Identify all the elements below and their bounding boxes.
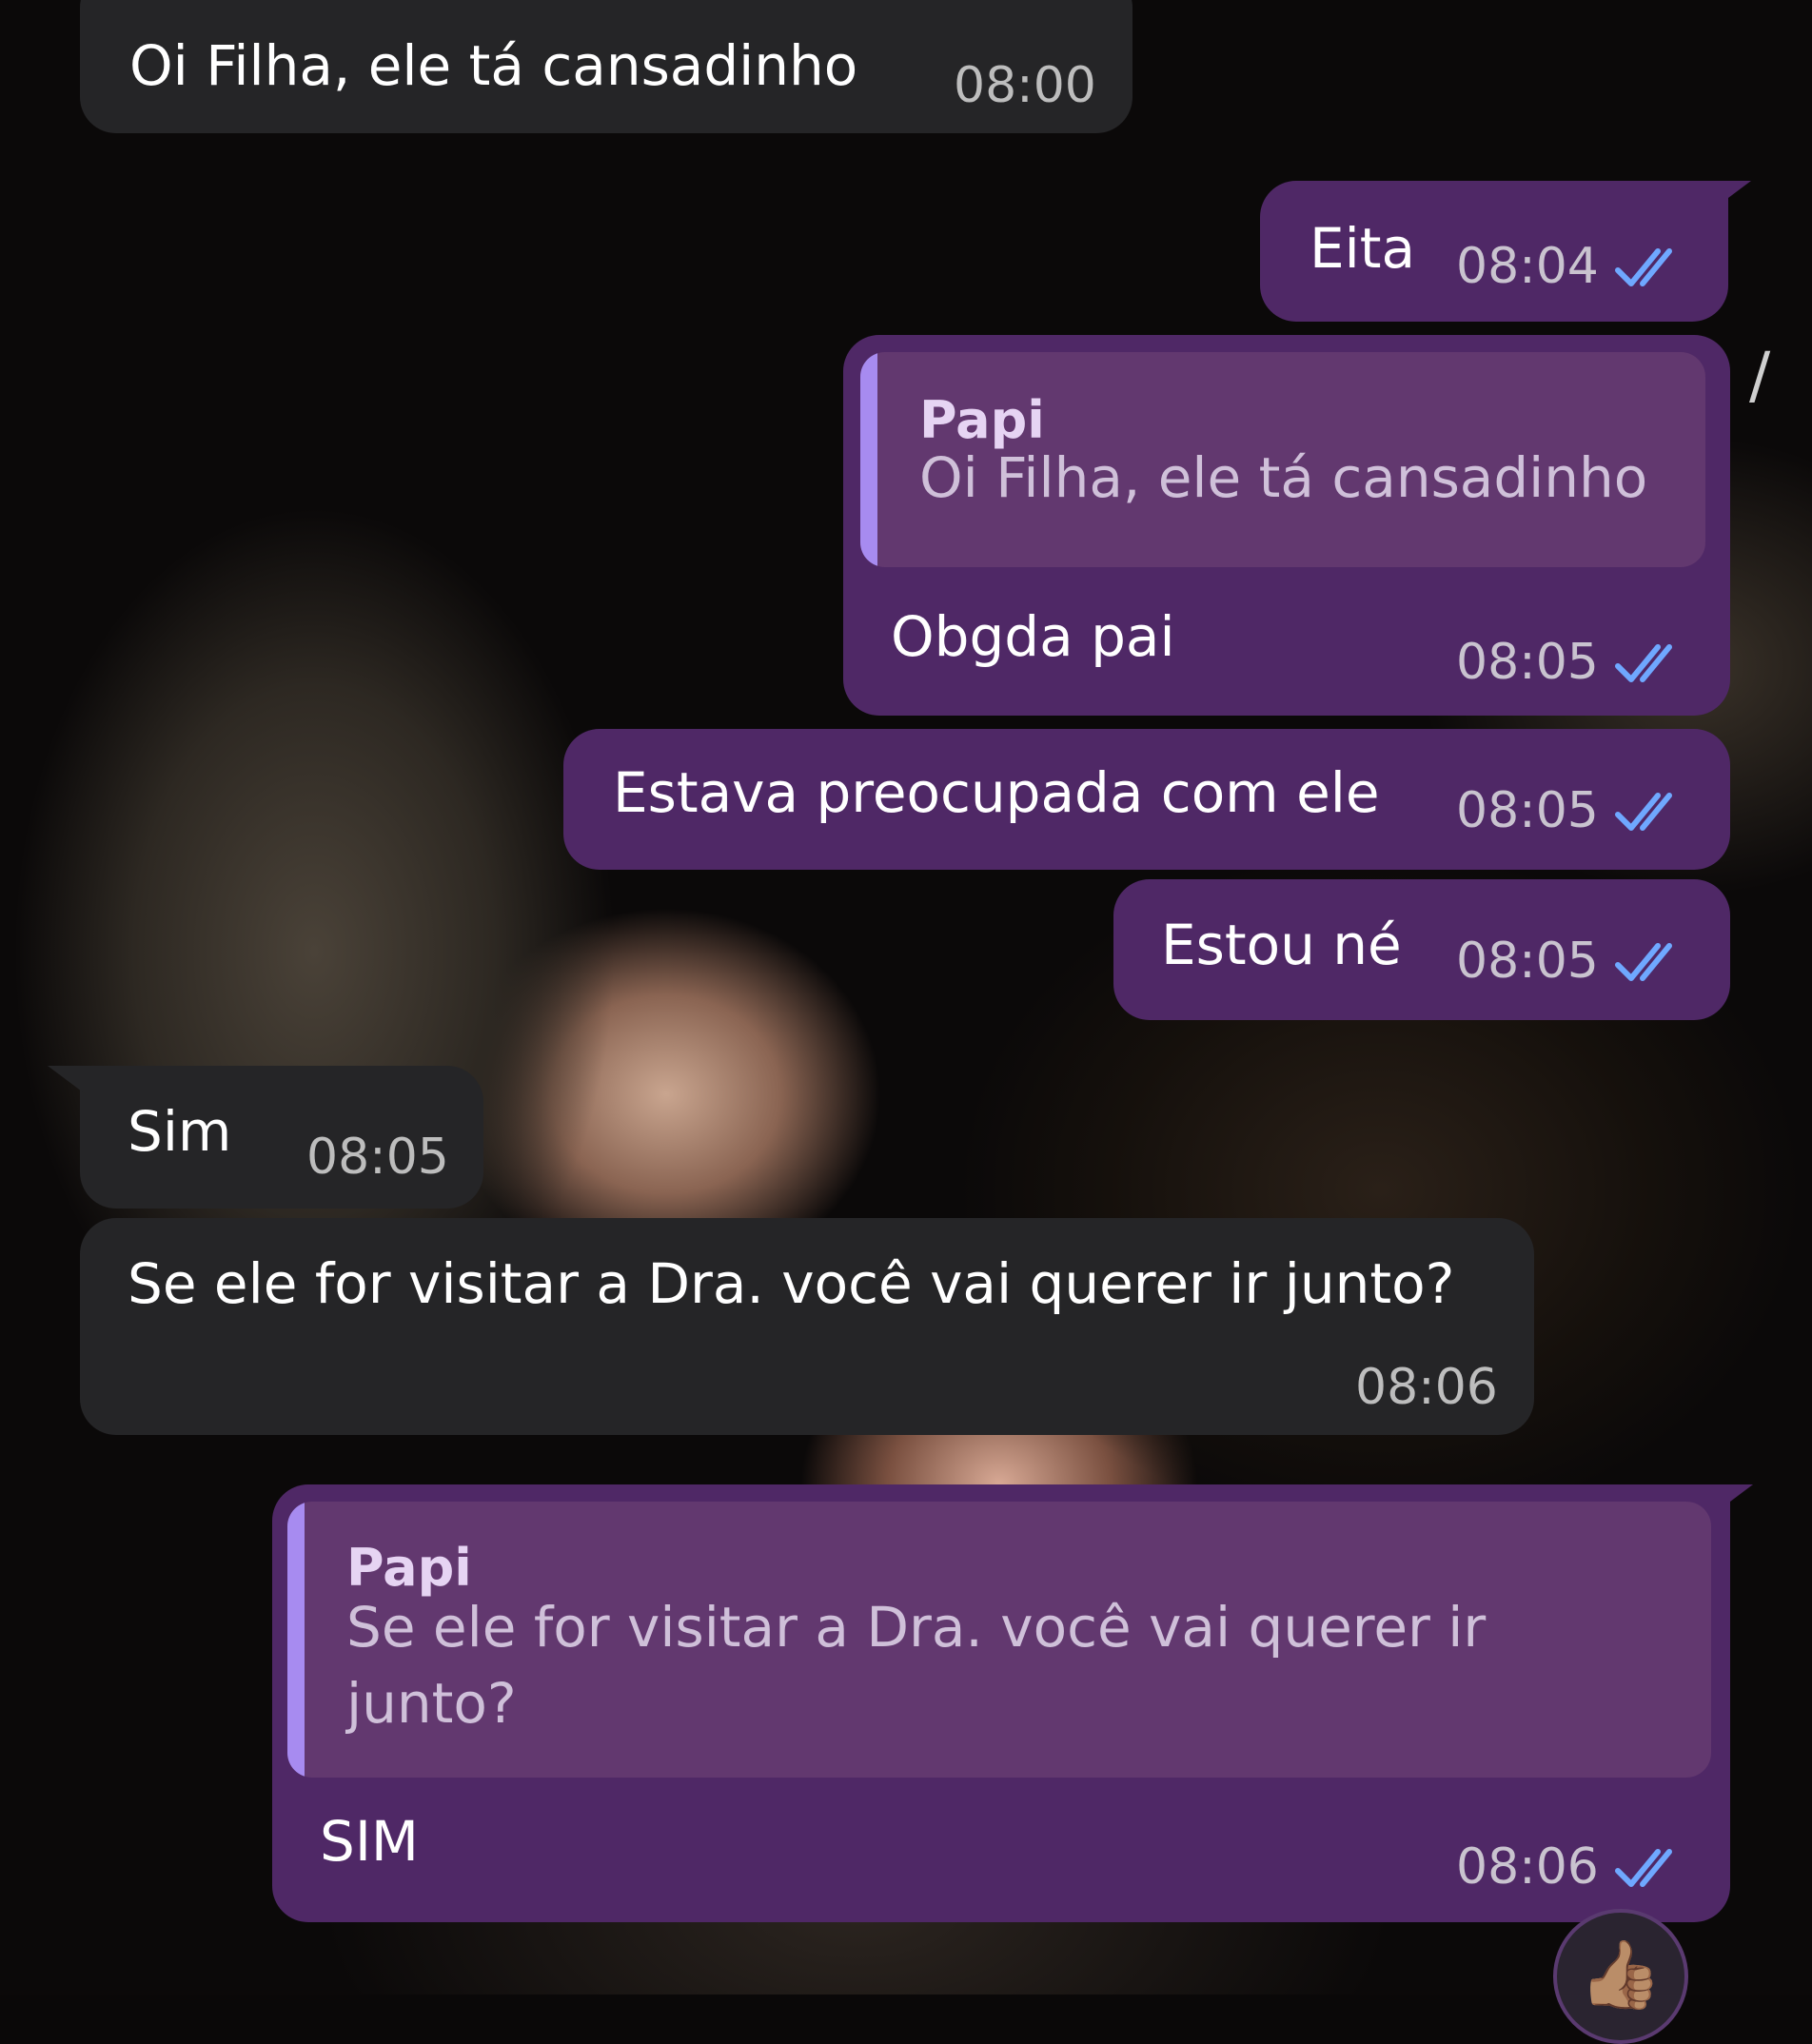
message-text: Eita	[1310, 216, 1416, 281]
reply-preview[interactable]: Papi Se ele for visitar a Dra. você vai …	[287, 1502, 1711, 1778]
message-bubble-incoming[interactable]: Oi Filha, ele tá cansadinho 08:00	[80, 0, 1132, 133]
message-time: 08:06	[1355, 1359, 1498, 1416]
read-receipt-icon	[1615, 1849, 1672, 1887]
read-receipt-icon	[1615, 644, 1672, 682]
message-time: 08:00	[954, 57, 1096, 114]
message-time: 08:05	[1456, 782, 1599, 839]
message-bubble-outgoing-reply[interactable]: Papi Se ele for visitar a Dra. você vai …	[272, 1484, 1730, 1922]
message-text: Oi Filha, ele tá cansadinho	[129, 33, 858, 98]
message-bubble-outgoing-reply[interactable]: Papi Oi Filha, ele tá cansadinho Obgda p…	[843, 335, 1730, 716]
reply-quoted-text: Se ele for visitar a Dra. você vai quere…	[346, 1595, 1487, 1736]
reply-accent-bar	[860, 352, 877, 567]
message-bubble-outgoing[interactable]: Estou né 08:05	[1113, 879, 1730, 1020]
message-bubble-incoming[interactable]: Sim 08:05	[80, 1066, 483, 1209]
message-time: 08:05	[1456, 933, 1599, 990]
message-text: Estava preocupada com ele	[613, 760, 1380, 825]
message-text: SIM	[320, 1809, 419, 1874]
message-time: 08:05	[1456, 634, 1599, 691]
message-time: 08:05	[306, 1129, 449, 1186]
message-text: Se ele for visitar a Dra. você vai quere…	[128, 1251, 1455, 1316]
message-bubble-outgoing[interactable]: Eita 08:04	[1260, 181, 1728, 322]
message-bubble-incoming[interactable]: Se ele for visitar a Dra. você vai quere…	[80, 1218, 1534, 1435]
read-receipt-icon	[1615, 248, 1672, 286]
message-time: 08:06	[1456, 1838, 1599, 1896]
reply-quoted-text: Oi Filha, ele tá cansadinho	[919, 445, 1648, 510]
reaction-thumbs-up-icon[interactable]: 👍🏽	[1553, 1909, 1688, 2044]
read-receipt-icon	[1615, 793, 1672, 831]
message-text: Sim	[128, 1099, 232, 1164]
message-text: Estou né	[1161, 913, 1402, 977]
reply-accent-bar	[287, 1502, 305, 1778]
message-time: 08:04	[1456, 238, 1599, 295]
message-bubble-outgoing[interactable]: Estava preocupada com ele 08:05	[563, 729, 1730, 870]
message-text: Obgda pai	[891, 604, 1175, 669]
read-receipt-icon	[1615, 943, 1672, 981]
reply-preview[interactable]: Papi Oi Filha, ele tá cansadinho	[860, 352, 1705, 567]
scroll-indicator: /	[1749, 339, 1771, 412]
